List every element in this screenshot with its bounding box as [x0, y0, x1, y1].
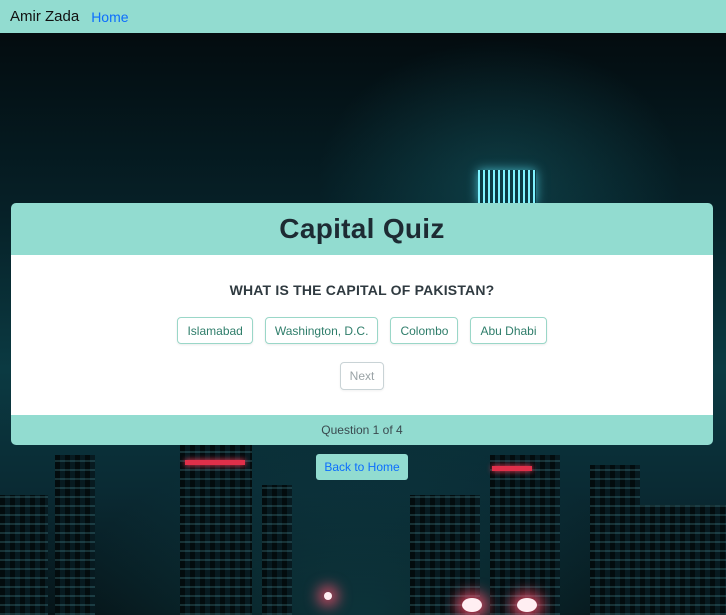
option-washington-button[interactable]: Washington, D.C.: [264, 317, 379, 344]
question-text: WHAT IS THE CAPITAL OF PAKISTAN?: [229, 282, 495, 298]
next-button[interactable]: Next: [340, 362, 384, 390]
navbar: Amir Zada Home: [0, 0, 726, 33]
back-to-home-button[interactable]: Back to Home: [316, 454, 408, 480]
quiz-card-header: Capital Quiz: [11, 203, 713, 255]
option-colombo-button[interactable]: Colombo: [390, 317, 459, 344]
quiz-title: Capital Quiz: [279, 213, 445, 244]
option-islamabad-button[interactable]: Islamabad: [177, 317, 253, 344]
option-abu-dhabi-button[interactable]: Abu Dhabi: [470, 317, 547, 344]
quiz-card: Capital Quiz WHAT IS THE CAPITAL OF PAKI…: [11, 203, 713, 445]
question-progress: Question 1 of 4: [321, 423, 403, 437]
quiz-card-body: WHAT IS THE CAPITAL OF PAKISTAN? Islamab…: [11, 255, 713, 415]
answer-options: Islamabad Washington, D.C. Colombo Abu D…: [11, 317, 713, 344]
neon-sign: [478, 170, 536, 204]
nav-home-link[interactable]: Home: [91, 9, 128, 25]
brand-name[interactable]: Amir Zada: [10, 8, 79, 25]
